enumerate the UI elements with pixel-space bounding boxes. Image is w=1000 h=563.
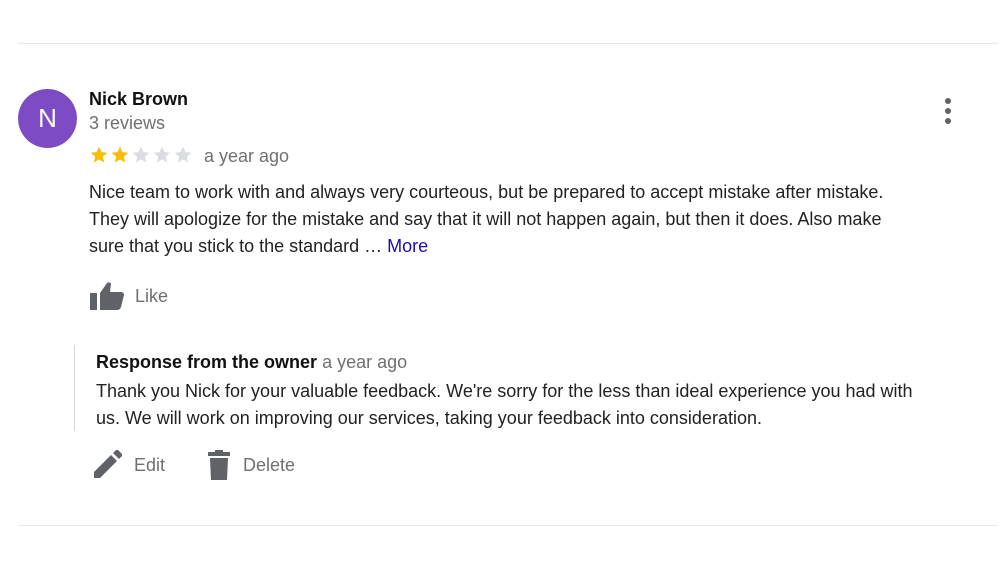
like-button[interactable]: Like	[89, 281, 168, 311]
top-divider	[18, 43, 998, 44]
star-rating	[89, 145, 193, 165]
owner-response-line: Thank you Nick for your valuable feedbac…	[96, 381, 913, 401]
owner-response-line: us. We will work on improving our servic…	[96, 408, 762, 428]
more-vert-icon[interactable]	[936, 96, 960, 126]
edit-label: Edit	[134, 454, 166, 475]
star-empty-icon	[153, 146, 171, 163]
star-filled-icon	[111, 146, 129, 163]
thumbs-up-icon	[90, 282, 124, 310]
review-text-line: sure that you stick to the standard … Mo…	[89, 233, 979, 260]
like-label: Like	[135, 285, 169, 306]
review-count[interactable]: 3 reviews	[89, 113, 165, 134]
trash-icon	[208, 450, 230, 480]
review-time: a year ago	[204, 146, 290, 166]
avatar[interactable]: N	[18, 89, 77, 148]
review-text: Nice team to work with and always very c…	[89, 179, 979, 260]
owner-response: Response from the owner a year ago Thank…	[74, 345, 990, 431]
edit-button[interactable]: Edit	[92, 450, 165, 480]
star-empty-icon	[132, 146, 150, 163]
delete-button[interactable]: Delete	[207, 450, 295, 480]
star-empty-icon	[174, 146, 192, 163]
star-filled-icon	[90, 146, 108, 163]
delete-label: Delete	[243, 454, 296, 475]
more-link[interactable]: More	[387, 236, 428, 256]
pencil-icon	[94, 450, 122, 478]
owner-response-header: Response from the owner a year ago	[96, 352, 407, 373]
owner-response-title: Response from the owner	[96, 352, 318, 372]
bottom-divider	[18, 525, 998, 526]
avatar-initial: N	[38, 103, 57, 133]
owner-response-text: Thank you Nick for your valuable feedbac…	[96, 378, 996, 432]
review-text-line: They will apologize for the mistake and …	[89, 209, 882, 229]
review-text-line-end: sure that you stick to the standard …	[89, 236, 388, 256]
review-text-line: Nice team to work with and always very c…	[89, 182, 884, 202]
author-name[interactable]: Nick Brown	[89, 89, 188, 110]
owner-response-time: a year ago	[322, 352, 408, 372]
